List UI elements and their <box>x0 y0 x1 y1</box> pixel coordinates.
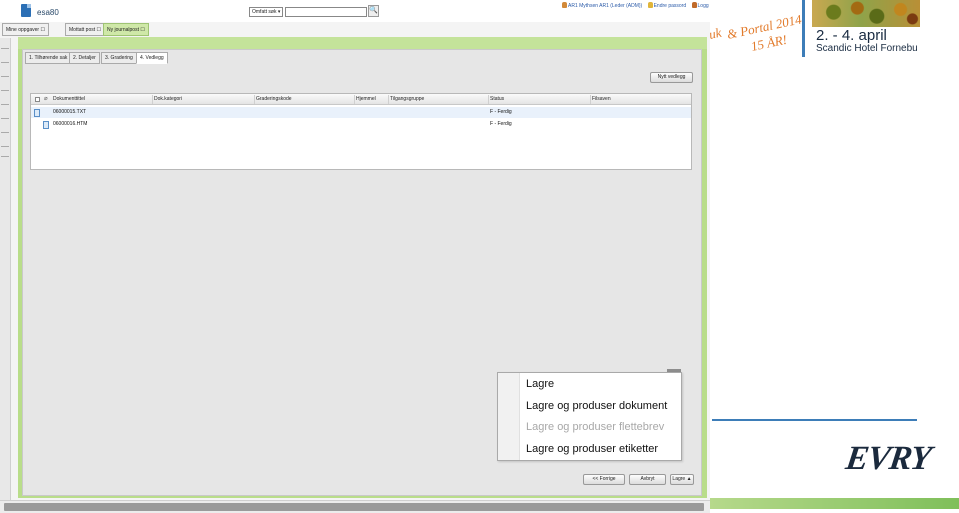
top-bar: esa80 Omfatt søk ▾ 🔍 AR1 Mythsen AR1 (Le… <box>0 0 714 22</box>
cancel-button[interactable]: Avbryt <box>629 474 666 485</box>
document-status: F - Ferdig <box>490 109 512 115</box>
save-options-menu: Lagre Lagre og produser dokument Lagre o… <box>497 372 682 461</box>
tab-mine-oppgaver[interactable]: Mine oppgaver ☐ <box>2 23 49 36</box>
coffee-beans-photo <box>812 0 920 27</box>
event-date: 2. - 4. april <box>816 27 887 44</box>
column-header-hjemmel[interactable]: Hjemmel <box>356 94 376 105</box>
search-input[interactable] <box>285 7 367 17</box>
document-title: 06000016.HTM <box>53 121 88 127</box>
promo-panel: uk & Portal 2014 15 ÅR! <box>710 0 959 513</box>
change-password-link[interactable]: Endre passord <box>654 3 687 9</box>
previous-button[interactable]: << Forrige <box>583 474 625 485</box>
tab-gradering[interactable]: 3. Gradering <box>101 52 137 64</box>
column-header-tilgangsgruppe[interactable]: Tilgangsgruppe <box>390 94 424 105</box>
user-name-link[interactable]: AR1 Mythsen AR1 (Leder (ADM)) <box>568 3 642 9</box>
table-row[interactable]: 06000016.HTM F - Ferdig <box>31 119 691 130</box>
horizontal-scrollbar[interactable] <box>0 500 710 513</box>
select-all-checkbox[interactable] <box>35 97 40 102</box>
panel-header <box>18 37 707 49</box>
tab-detaljer[interactable]: 2. Detaljer <box>69 52 100 64</box>
event-venue: Scandic Hotel Fornebu <box>816 43 918 54</box>
menu-item-lagre-produser-flettebrev: Lagre og produser flettebrev <box>526 421 665 433</box>
tab-tilhorende-sak[interactable]: 1. Tilhørende sak <box>25 52 72 64</box>
menu-gutter <box>498 373 520 460</box>
column-header-dok-kategori[interactable]: Dok.kategori <box>154 94 182 105</box>
conference-script-logo: uk & Portal 2014 15 ÅR! <box>710 11 803 54</box>
app-title: esa80 <box>37 8 59 17</box>
slide: esa80 Omfatt søk ▾ 🔍 AR1 Mythsen AR1 (Le… <box>0 0 959 513</box>
search-button[interactable]: 🔍 <box>368 5 379 17</box>
save-split-button[interactable]: Lagre ▲ <box>670 474 694 485</box>
promo-divider <box>802 0 805 57</box>
document-app-icon <box>21 4 31 17</box>
top-tabs: Mine oppgaver ☐ Mottatt post ☐ Ny journa… <box>0 22 710 36</box>
promo-rule <box>712 419 917 421</box>
tab-vedlegg[interactable]: 4. Vedlegg <box>136 52 168 64</box>
evry-logo: EVRY <box>843 440 933 477</box>
search-scope-select[interactable]: Omfatt søk ▾ <box>249 7 283 17</box>
search-icon: 🔍 <box>369 7 378 14</box>
document-title: 06000015.TXT <box>53 109 87 115</box>
table-row[interactable]: 06000015.TXT F - Ferdig <box>31 107 691 118</box>
column-header-graderingskode[interactable]: Graderingskode <box>256 94 292 105</box>
left-collapsed-panel[interactable] <box>0 38 11 513</box>
footer-stripe <box>710 498 959 509</box>
menu-item-lagre-produser-dokument[interactable]: Lagre og produser dokument <box>526 400 667 412</box>
search-scope-label: Omfatt søk <box>252 9 277 15</box>
tab-ny-journalpost[interactable]: Ny journalpost ☐ <box>103 23 149 36</box>
html-file-icon <box>43 121 49 129</box>
menu-item-lagre-produser-etiketter[interactable]: Lagre og produser etiketter <box>526 443 658 455</box>
menu-item-lagre[interactable]: Lagre <box>526 378 554 390</box>
text-file-icon <box>34 109 40 117</box>
key-icon <box>647 2 653 8</box>
tab-mottatt-post[interactable]: Mottatt post ☐ <box>65 23 105 36</box>
document-status: F - Ferdig <box>490 121 512 127</box>
application-window: esa80 Omfatt søk ▾ 🔍 AR1 Mythsen AR1 (Le… <box>0 0 714 513</box>
column-header-status[interactable]: Status <box>490 94 504 105</box>
logout-icon <box>691 2 697 8</box>
column-header-dokumenttittel[interactable]: Dokumenttittel <box>53 94 85 105</box>
attachments-grid: ⌀ Dokumenttittel Dok.kategori Graderings… <box>30 93 692 170</box>
grid-header: ⌀ Dokumenttittel Dok.kategori Graderings… <box>31 94 691 105</box>
script-prefix: uk <box>710 25 723 42</box>
column-header-filsaven[interactable]: Filsaven <box>592 94 611 105</box>
user-icon <box>562 2 567 8</box>
user-area: AR1 Mythsen AR1 (Leder (ADM)) Endre pass… <box>562 2 718 9</box>
paperclip-icon: ⌀ <box>44 96 48 102</box>
new-attachment-button[interactable]: Nytt vedlegg <box>650 72 693 83</box>
